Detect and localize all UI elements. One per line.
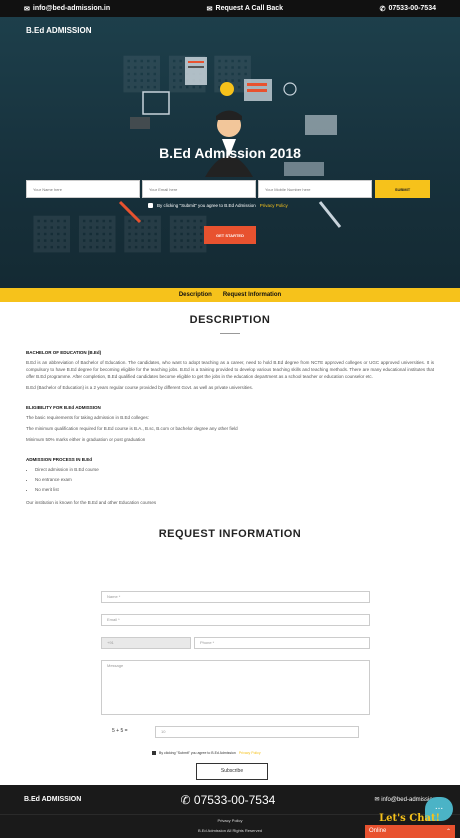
tab-request-information[interactable]: Request Information xyxy=(223,292,281,298)
privacy-link[interactable]: Privacy Policy xyxy=(260,203,288,208)
heading-divider xyxy=(220,333,240,334)
hero-lead-form: SUBMIT xyxy=(26,180,430,198)
bed-paragraph-2: B.Ed (Bachelor of Education) is a 2 year… xyxy=(26,385,254,390)
request-agree-checkbox[interactable] xyxy=(152,751,156,755)
phone-icon: ✆ xyxy=(379,5,386,13)
institution-note: Our institution is known for the B.Ed an… xyxy=(26,500,157,505)
eligibility-intro: The basic requirements for taking admiss… xyxy=(26,415,150,420)
captcha-question: 5 + 5 = xyxy=(112,728,128,734)
list-item: No merit list xyxy=(35,485,434,495)
hero-mobile-input[interactable] xyxy=(258,180,372,198)
section-tabs: Description Request Information xyxy=(0,288,460,302)
request-section: REQUEST INFORMATION xyxy=(0,528,460,540)
country-code-field[interactable]: +91 xyxy=(101,637,191,649)
eligibility-title: ELIGIBILITY FOR B.Ed ADMISSION xyxy=(26,405,101,410)
chat-status-bar[interactable]: Online ⌃ xyxy=(365,825,455,838)
subscribe-button[interactable]: Subscribe xyxy=(196,763,268,780)
request-heading: REQUEST INFORMATION xyxy=(158,528,302,540)
bed-title: BACHELOR OF EDUCATION (B.Ed) xyxy=(26,350,102,355)
request-agree: By clicking "Submit" you agree to B.Ed A… xyxy=(152,751,261,755)
hero-banner: ▦▦▦ ▦▦▦▦ B.Ed ADMISSION B.Ed Admission 2… xyxy=(0,17,460,288)
request-privacy-link[interactable]: Privacy Policy xyxy=(239,751,261,755)
brand-logo[interactable]: B.Ed ADMISSION xyxy=(26,26,91,35)
hero-title: B.Ed Admission 2018 xyxy=(159,145,301,161)
description-section: DESCRIPTION BACHELOR OF EDUCATION (B.Ed)… xyxy=(0,314,460,506)
envelope-icon: ✉ xyxy=(24,5,30,13)
footer-phone[interactable]: ✆ 07533-00-7534 xyxy=(181,793,276,807)
message-field[interactable]: Message xyxy=(101,660,370,715)
callback-text: Request A Call Back xyxy=(215,5,284,12)
chat-title[interactable]: Let's Chat! xyxy=(379,813,440,824)
envelope-icon: ✉ xyxy=(206,5,213,13)
top-phone-text: 07533-00-7534 xyxy=(388,5,437,12)
chat-status-text: Online xyxy=(369,828,387,834)
request-agree-text: By clicking "Submit" you agree to B.Ed A… xyxy=(159,751,236,755)
top-email-text: info@bed-admission.in xyxy=(32,5,111,12)
hero-submit-button[interactable]: SUBMIT xyxy=(375,180,430,198)
name-field[interactable]: Name * xyxy=(101,591,370,603)
hero-email-input[interactable] xyxy=(142,180,256,198)
phone-field[interactable]: Phone * xyxy=(194,637,370,649)
get-started-button[interactable]: GET STARTED xyxy=(204,226,256,244)
envelope-icon: ✉ xyxy=(374,797,380,803)
agree-text: By clicking "Submit" you agree to B.Ed A… xyxy=(157,203,256,208)
top-phone[interactable]: ✆ 07533-00-7534 xyxy=(380,5,436,13)
process-list: Direct admission in B.Ed course No entra… xyxy=(26,465,434,495)
tab-description[interactable]: Description xyxy=(179,292,212,298)
eligibility-qualification: The minimum qualification required for B… xyxy=(26,426,238,431)
footer-phone-text: 07533-00-7534 xyxy=(193,792,276,807)
email-field[interactable]: Email * xyxy=(101,614,370,626)
description-heading: DESCRIPTION xyxy=(189,314,271,326)
list-item: No entrance exam xyxy=(35,475,434,485)
top-bar: ✉ info@bed-admission.in ✉ Request A Call… xyxy=(0,0,460,17)
agree-checkbox[interactable] xyxy=(148,203,153,208)
hero-name-input[interactable] xyxy=(26,180,140,198)
eligibility-marks: Minimum 50% marks either in graduation o… xyxy=(26,437,146,442)
list-item: Direct admission in B.Ed course xyxy=(35,465,434,475)
footer-brand[interactable]: B.Ed ADMISSION xyxy=(24,796,81,803)
phone-icon: ✆ xyxy=(180,792,191,807)
process-title: ADMISSION PROCESS IN B.Ed xyxy=(26,457,93,462)
bed-paragraph: B.Ed is an abbreviation of Bachelor of E… xyxy=(26,360,434,379)
top-email[interactable]: ✉ info@bed-admission.in xyxy=(24,5,110,13)
callback-link[interactable]: ✉ Request A Call Back xyxy=(207,5,283,13)
chevron-up-icon: ⌃ xyxy=(445,829,451,835)
hero-agree: By clicking "Submit" you agree to B.Ed A… xyxy=(148,203,288,208)
captcha-answer-field[interactable]: 10 xyxy=(155,726,359,738)
